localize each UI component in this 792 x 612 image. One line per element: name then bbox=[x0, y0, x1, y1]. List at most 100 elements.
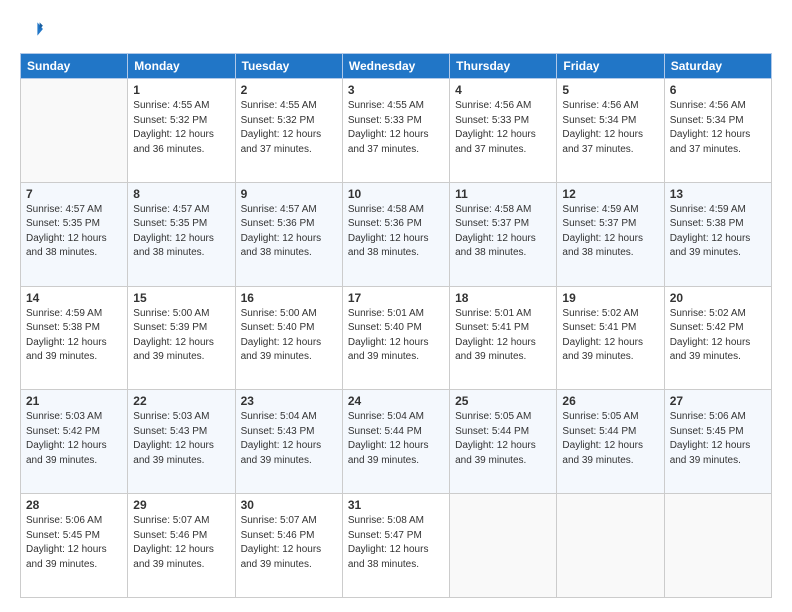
day-content: Sunrise: 4:57 AM Sunset: 5:35 PM Dayligh… bbox=[26, 203, 122, 261]
col-header-thursday: Thursday bbox=[450, 54, 557, 79]
day-cell bbox=[557, 494, 664, 598]
day-cell: 8 Sunrise: 4:57 AM Sunset: 5:35 PM Daylig… bbox=[128, 182, 235, 286]
day-content: Sunrise: 5:04 AM Sunset: 5:43 PM Dayligh… bbox=[241, 410, 337, 468]
day-content: Sunrise: 5:01 AM Sunset: 5:40 PM Dayligh… bbox=[348, 307, 444, 365]
day-content: Sunrise: 5:01 AM Sunset: 5:41 PM Dayligh… bbox=[455, 307, 551, 365]
day-content: Sunrise: 5:05 AM Sunset: 5:44 PM Dayligh… bbox=[455, 410, 551, 468]
day-number: 4 bbox=[455, 83, 551, 97]
day-content: Sunrise: 4:59 AM Sunset: 5:38 PM Dayligh… bbox=[670, 203, 766, 261]
day-cell: 20Sunrise: 5:02 AM Sunset: 5:42 PM Dayli… bbox=[664, 286, 771, 390]
day-cell: 5 Sunrise: 4:56 AM Sunset: 5:34 PM Daylig… bbox=[557, 79, 664, 183]
day-cell bbox=[664, 494, 771, 598]
week-row-3: 21 Sunrise: 5:03 AM Sunset: 5:42 PM Dayli… bbox=[21, 390, 772, 494]
day-number: 11 bbox=[455, 187, 551, 201]
day-cell: 1 Sunrise: 4:55 AM Sunset: 5:32 PM Daylig… bbox=[128, 79, 235, 183]
day-number: 19 bbox=[562, 291, 658, 305]
day-cell: 29Sunrise: 5:07 AM Sunset: 5:46 PM Dayli… bbox=[128, 494, 235, 598]
day-number: 22 bbox=[133, 394, 229, 408]
day-content: Sunrise: 5:08 AM Sunset: 5:47 PM Dayligh… bbox=[348, 514, 444, 572]
day-cell: 4 Sunrise: 4:56 AM Sunset: 5:33 PM Daylig… bbox=[450, 79, 557, 183]
day-number: 7 bbox=[26, 187, 122, 201]
day-number: 23 bbox=[241, 394, 337, 408]
day-cell: 19 Sunrise: 5:02 AM Sunset: 5:41 PM Dayli… bbox=[557, 286, 664, 390]
day-content: Sunrise: 5:05 AM Sunset: 5:44 PM Dayligh… bbox=[562, 410, 658, 468]
day-number: 15 bbox=[133, 291, 229, 305]
day-number: 31 bbox=[348, 498, 444, 512]
day-cell: 22 Sunrise: 5:03 AM Sunset: 5:43 PM Dayli… bbox=[128, 390, 235, 494]
day-cell: 17Sunrise: 5:01 AM Sunset: 5:40 PM Dayli… bbox=[342, 286, 449, 390]
day-cell: 28 Sunrise: 5:06 AM Sunset: 5:45 PM Dayli… bbox=[21, 494, 128, 598]
day-number: 24 bbox=[348, 394, 444, 408]
day-cell: 7 Sunrise: 4:57 AM Sunset: 5:35 PM Daylig… bbox=[21, 182, 128, 286]
day-number: 20 bbox=[670, 291, 766, 305]
day-cell: 11 Sunrise: 4:58 AM Sunset: 5:37 PM Dayli… bbox=[450, 182, 557, 286]
day-content: Sunrise: 4:58 AM Sunset: 5:36 PM Dayligh… bbox=[348, 203, 444, 261]
day-content: Sunrise: 4:55 AM Sunset: 5:33 PM Dayligh… bbox=[348, 99, 444, 157]
col-header-sunday: Sunday bbox=[21, 54, 128, 79]
day-content: Sunrise: 5:03 AM Sunset: 5:42 PM Dayligh… bbox=[26, 410, 122, 468]
col-header-monday: Monday bbox=[128, 54, 235, 79]
day-number: 26 bbox=[562, 394, 658, 408]
day-cell: 10 Sunrise: 4:58 AM Sunset: 5:36 PM Dayli… bbox=[342, 182, 449, 286]
header bbox=[20, 18, 772, 45]
day-number: 28 bbox=[26, 498, 122, 512]
week-row-1: 7 Sunrise: 4:57 AM Sunset: 5:35 PM Daylig… bbox=[21, 182, 772, 286]
day-cell: 26 Sunrise: 5:05 AM Sunset: 5:44 PM Dayli… bbox=[557, 390, 664, 494]
day-number: 21 bbox=[26, 394, 122, 408]
week-row-0: 1 Sunrise: 4:55 AM Sunset: 5:32 PM Daylig… bbox=[21, 79, 772, 183]
logo bbox=[20, 18, 44, 45]
col-header-saturday: Saturday bbox=[664, 54, 771, 79]
day-cell: 30Sunrise: 5:07 AM Sunset: 5:46 PM Dayli… bbox=[235, 494, 342, 598]
day-number: 27 bbox=[670, 394, 766, 408]
day-cell: 12Sunrise: 4:59 AM Sunset: 5:37 PM Dayli… bbox=[557, 182, 664, 286]
day-cell: 3 Sunrise: 4:55 AM Sunset: 5:33 PM Daylig… bbox=[342, 79, 449, 183]
day-cell bbox=[450, 494, 557, 598]
day-number: 6 bbox=[670, 83, 766, 97]
page: SundayMondayTuesdayWednesdayThursdayFrid… bbox=[0, 0, 792, 612]
day-content: Sunrise: 4:59 AM Sunset: 5:38 PM Dayligh… bbox=[26, 307, 122, 365]
day-number: 14 bbox=[26, 291, 122, 305]
day-cell: 14 Sunrise: 4:59 AM Sunset: 5:38 PM Dayli… bbox=[21, 286, 128, 390]
day-content: Sunrise: 4:56 AM Sunset: 5:33 PM Dayligh… bbox=[455, 99, 551, 157]
day-cell: 31 Sunrise: 5:08 AM Sunset: 5:47 PM Dayli… bbox=[342, 494, 449, 598]
day-cell: 23 Sunrise: 5:04 AM Sunset: 5:43 PM Dayli… bbox=[235, 390, 342, 494]
logo-icon bbox=[22, 18, 44, 40]
day-cell: 27Sunrise: 5:06 AM Sunset: 5:45 PM Dayli… bbox=[664, 390, 771, 494]
day-cell: 15Sunrise: 5:00 AM Sunset: 5:39 PM Dayli… bbox=[128, 286, 235, 390]
day-content: Sunrise: 4:56 AM Sunset: 5:34 PM Dayligh… bbox=[562, 99, 658, 157]
week-row-4: 28 Sunrise: 5:06 AM Sunset: 5:45 PM Dayli… bbox=[21, 494, 772, 598]
week-row-2: 14 Sunrise: 4:59 AM Sunset: 5:38 PM Dayli… bbox=[21, 286, 772, 390]
col-header-tuesday: Tuesday bbox=[235, 54, 342, 79]
day-cell: 25Sunrise: 5:05 AM Sunset: 5:44 PM Dayli… bbox=[450, 390, 557, 494]
day-number: 3 bbox=[348, 83, 444, 97]
calendar-table: SundayMondayTuesdayWednesdayThursdayFrid… bbox=[20, 53, 772, 598]
day-cell: 2Sunrise: 4:55 AM Sunset: 5:32 PM Daylig… bbox=[235, 79, 342, 183]
day-content: Sunrise: 4:57 AM Sunset: 5:35 PM Dayligh… bbox=[133, 203, 229, 261]
day-cell: 6 Sunrise: 4:56 AM Sunset: 5:34 PM Daylig… bbox=[664, 79, 771, 183]
day-content: Sunrise: 4:55 AM Sunset: 5:32 PM Dayligh… bbox=[133, 99, 229, 157]
day-number: 10 bbox=[348, 187, 444, 201]
day-number: 1 bbox=[133, 83, 229, 97]
day-content: Sunrise: 4:58 AM Sunset: 5:37 PM Dayligh… bbox=[455, 203, 551, 261]
day-content: Sunrise: 5:04 AM Sunset: 5:44 PM Dayligh… bbox=[348, 410, 444, 468]
day-cell: 13 Sunrise: 4:59 AM Sunset: 5:38 PM Dayli… bbox=[664, 182, 771, 286]
day-content: Sunrise: 4:59 AM Sunset: 5:37 PM Dayligh… bbox=[562, 203, 658, 261]
day-number: 8 bbox=[133, 187, 229, 201]
day-content: Sunrise: 5:02 AM Sunset: 5:41 PM Dayligh… bbox=[562, 307, 658, 365]
day-content: Sunrise: 5:03 AM Sunset: 5:43 PM Dayligh… bbox=[133, 410, 229, 468]
day-cell: 18Sunrise: 5:01 AM Sunset: 5:41 PM Dayli… bbox=[450, 286, 557, 390]
day-cell: 21 Sunrise: 5:03 AM Sunset: 5:42 PM Dayli… bbox=[21, 390, 128, 494]
col-header-friday: Friday bbox=[557, 54, 664, 79]
day-content: Sunrise: 4:56 AM Sunset: 5:34 PM Dayligh… bbox=[670, 99, 766, 157]
day-number: 16 bbox=[241, 291, 337, 305]
day-number: 2 bbox=[241, 83, 337, 97]
day-number: 30 bbox=[241, 498, 337, 512]
day-number: 29 bbox=[133, 498, 229, 512]
day-content: Sunrise: 5:06 AM Sunset: 5:45 PM Dayligh… bbox=[26, 514, 122, 572]
day-cell: 9Sunrise: 4:57 AM Sunset: 5:36 PM Daylig… bbox=[235, 182, 342, 286]
day-cell bbox=[21, 79, 128, 183]
day-number: 9 bbox=[241, 187, 337, 201]
day-number: 13 bbox=[670, 187, 766, 201]
day-cell: 24 Sunrise: 5:04 AM Sunset: 5:44 PM Dayli… bbox=[342, 390, 449, 494]
day-number: 5 bbox=[562, 83, 658, 97]
